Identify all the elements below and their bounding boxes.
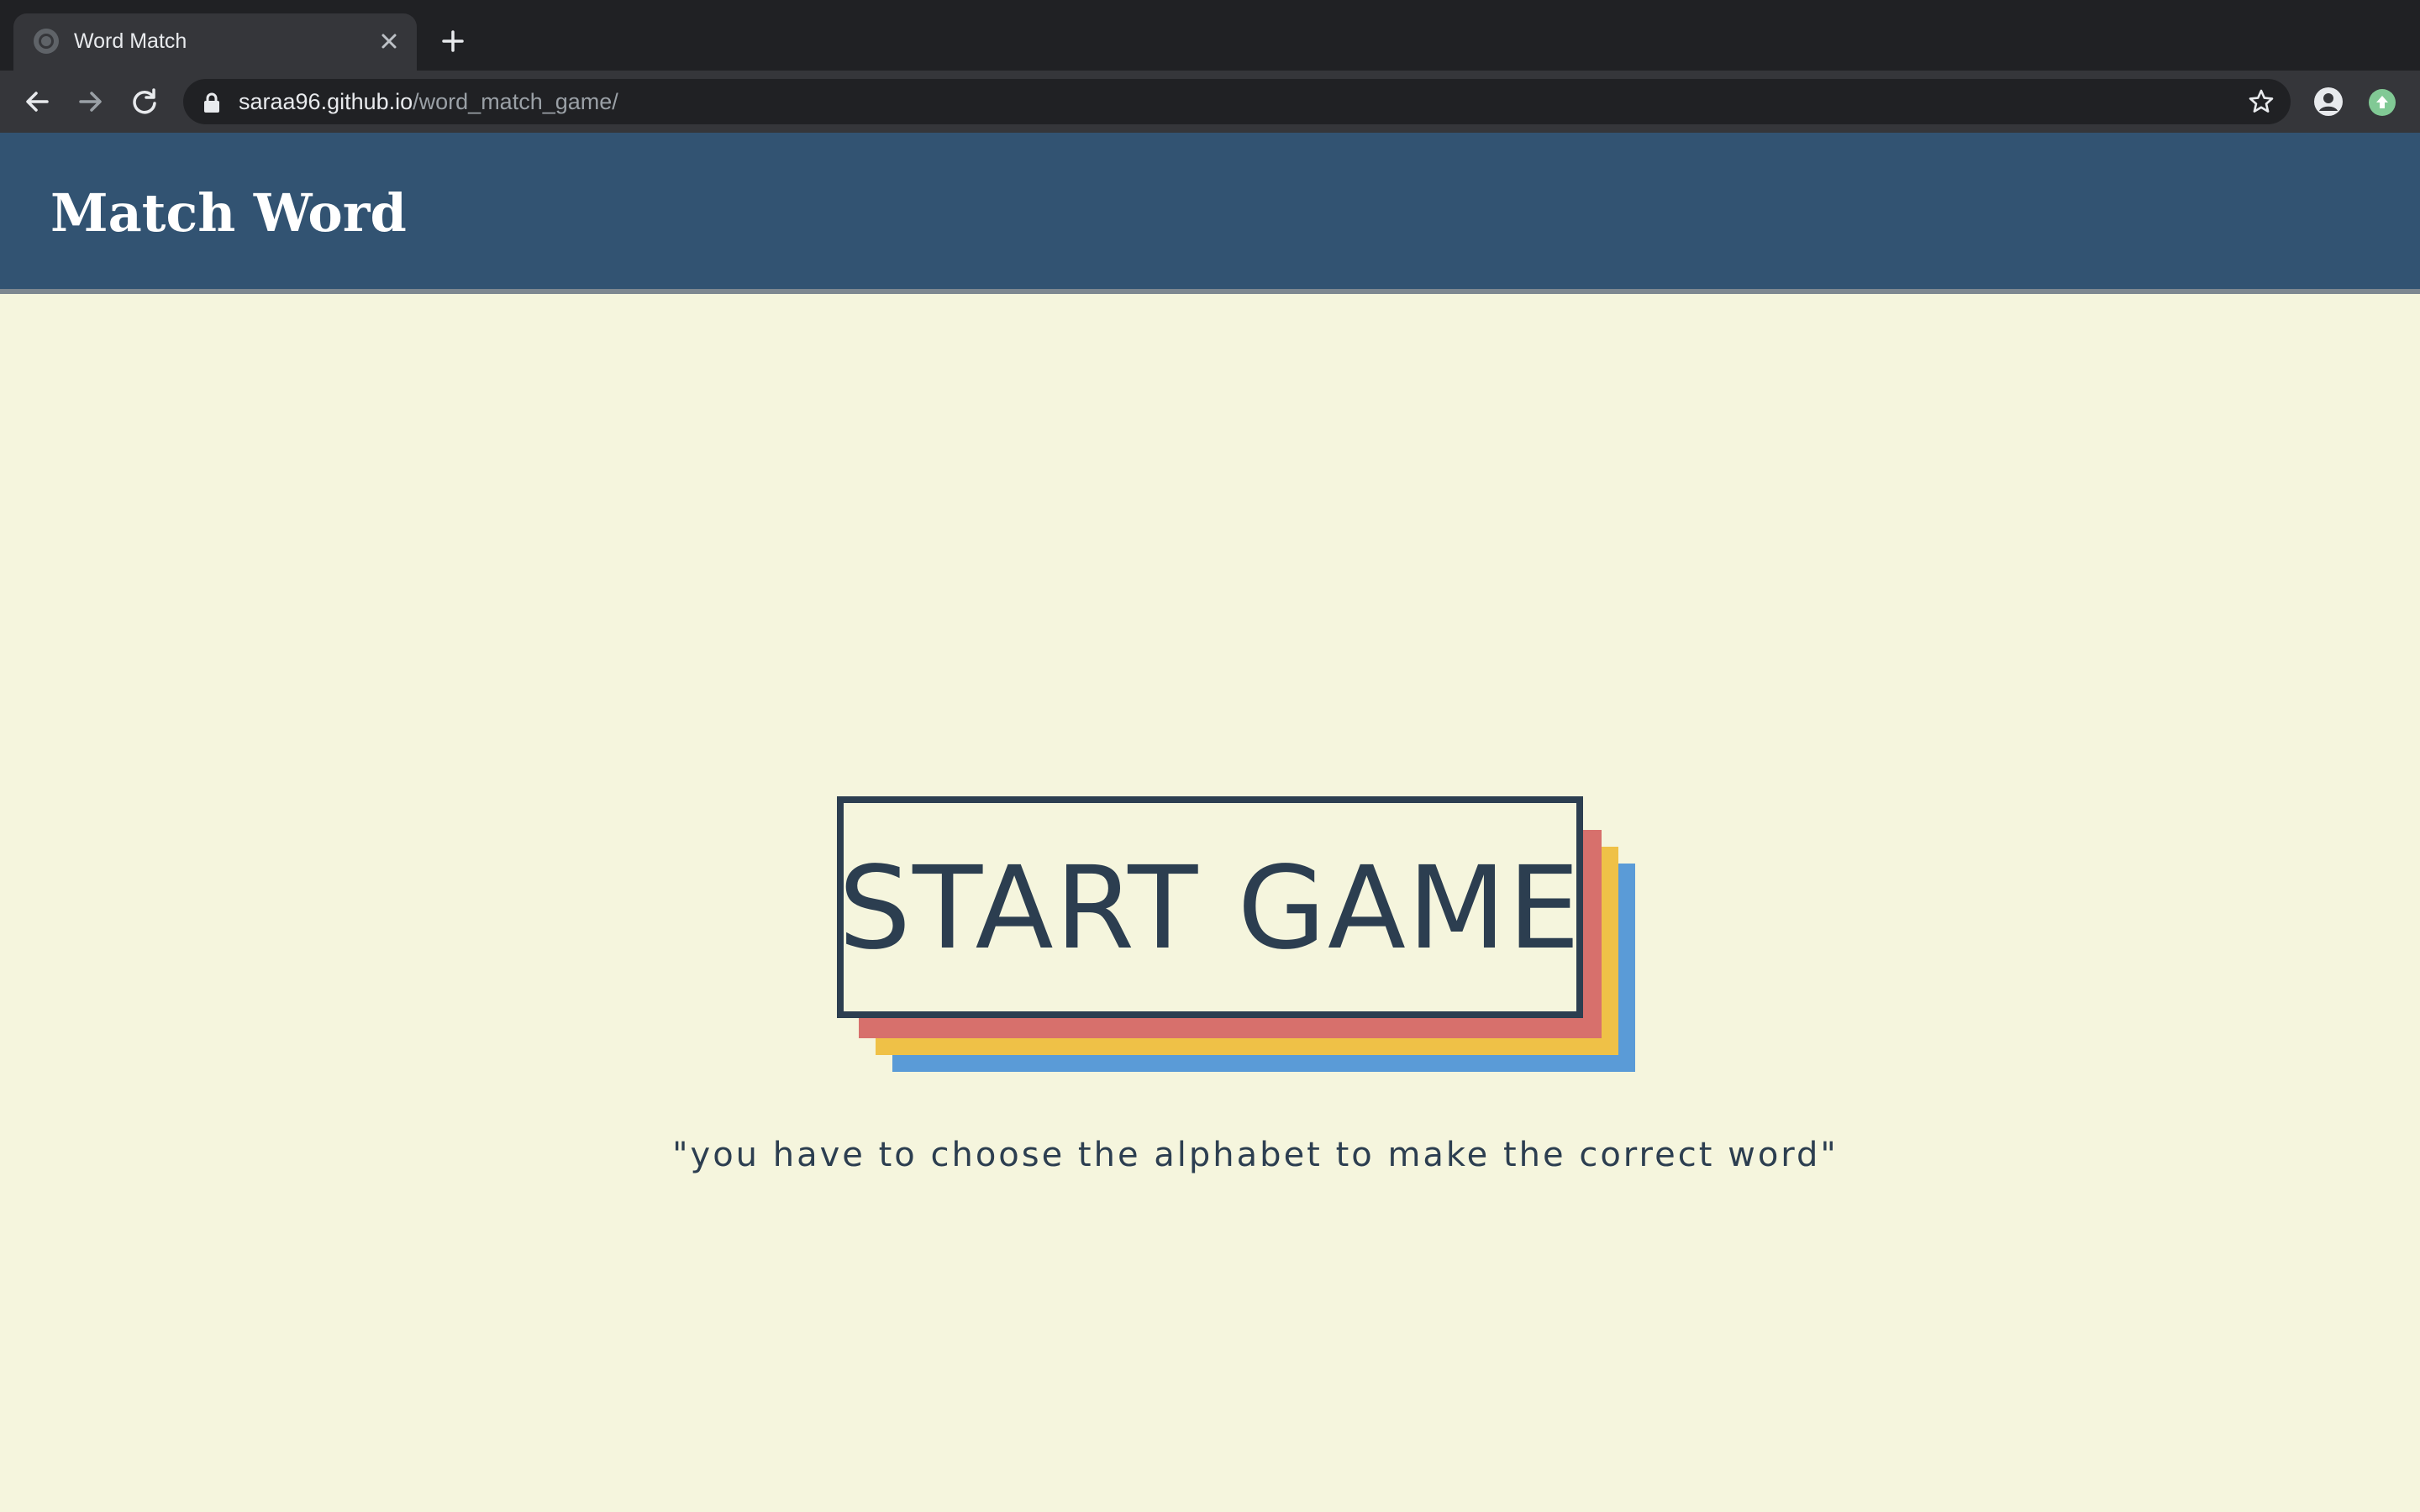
game-instruction: "you have to choose the alphabet to make… <box>672 1136 1839 1174</box>
lock-icon[interactable] <box>202 92 222 113</box>
tab-title: Word Match <box>74 29 187 53</box>
reload-icon[interactable] <box>128 85 161 118</box>
browser-tab-strip: Word Match <box>0 0 2420 71</box>
plus-icon[interactable] <box>439 27 467 55</box>
address-bar[interactable]: saraa96.github.io/word_match_game/ <box>183 79 2291 124</box>
url-text[interactable]: saraa96.github.io/word_match_game/ <box>239 88 618 115</box>
url-path: /word_match_game/ <box>413 89 618 114</box>
start-game-label: START GAME <box>838 843 1582 975</box>
page-title: Match Word <box>50 182 407 244</box>
start-game-stack: START GAME <box>837 796 1637 1074</box>
globe-icon <box>34 29 59 54</box>
close-icon[interactable] <box>375 27 403 55</box>
start-game-button[interactable]: START GAME <box>837 796 1583 1018</box>
star-icon[interactable] <box>2247 87 2275 116</box>
account-circle-icon[interactable] <box>2312 86 2344 118</box>
url-host: saraa96.github.io <box>239 89 413 114</box>
update-arrow-icon[interactable] <box>2368 88 2396 117</box>
arrow-left-icon[interactable] <box>20 85 54 118</box>
arrow-right-icon[interactable] <box>74 85 108 118</box>
site-header: Match Word <box>0 133 2420 294</box>
browser-toolbar: saraa96.github.io/word_match_game/ <box>0 71 2420 133</box>
browser-tab[interactable]: Word Match <box>13 13 417 71</box>
